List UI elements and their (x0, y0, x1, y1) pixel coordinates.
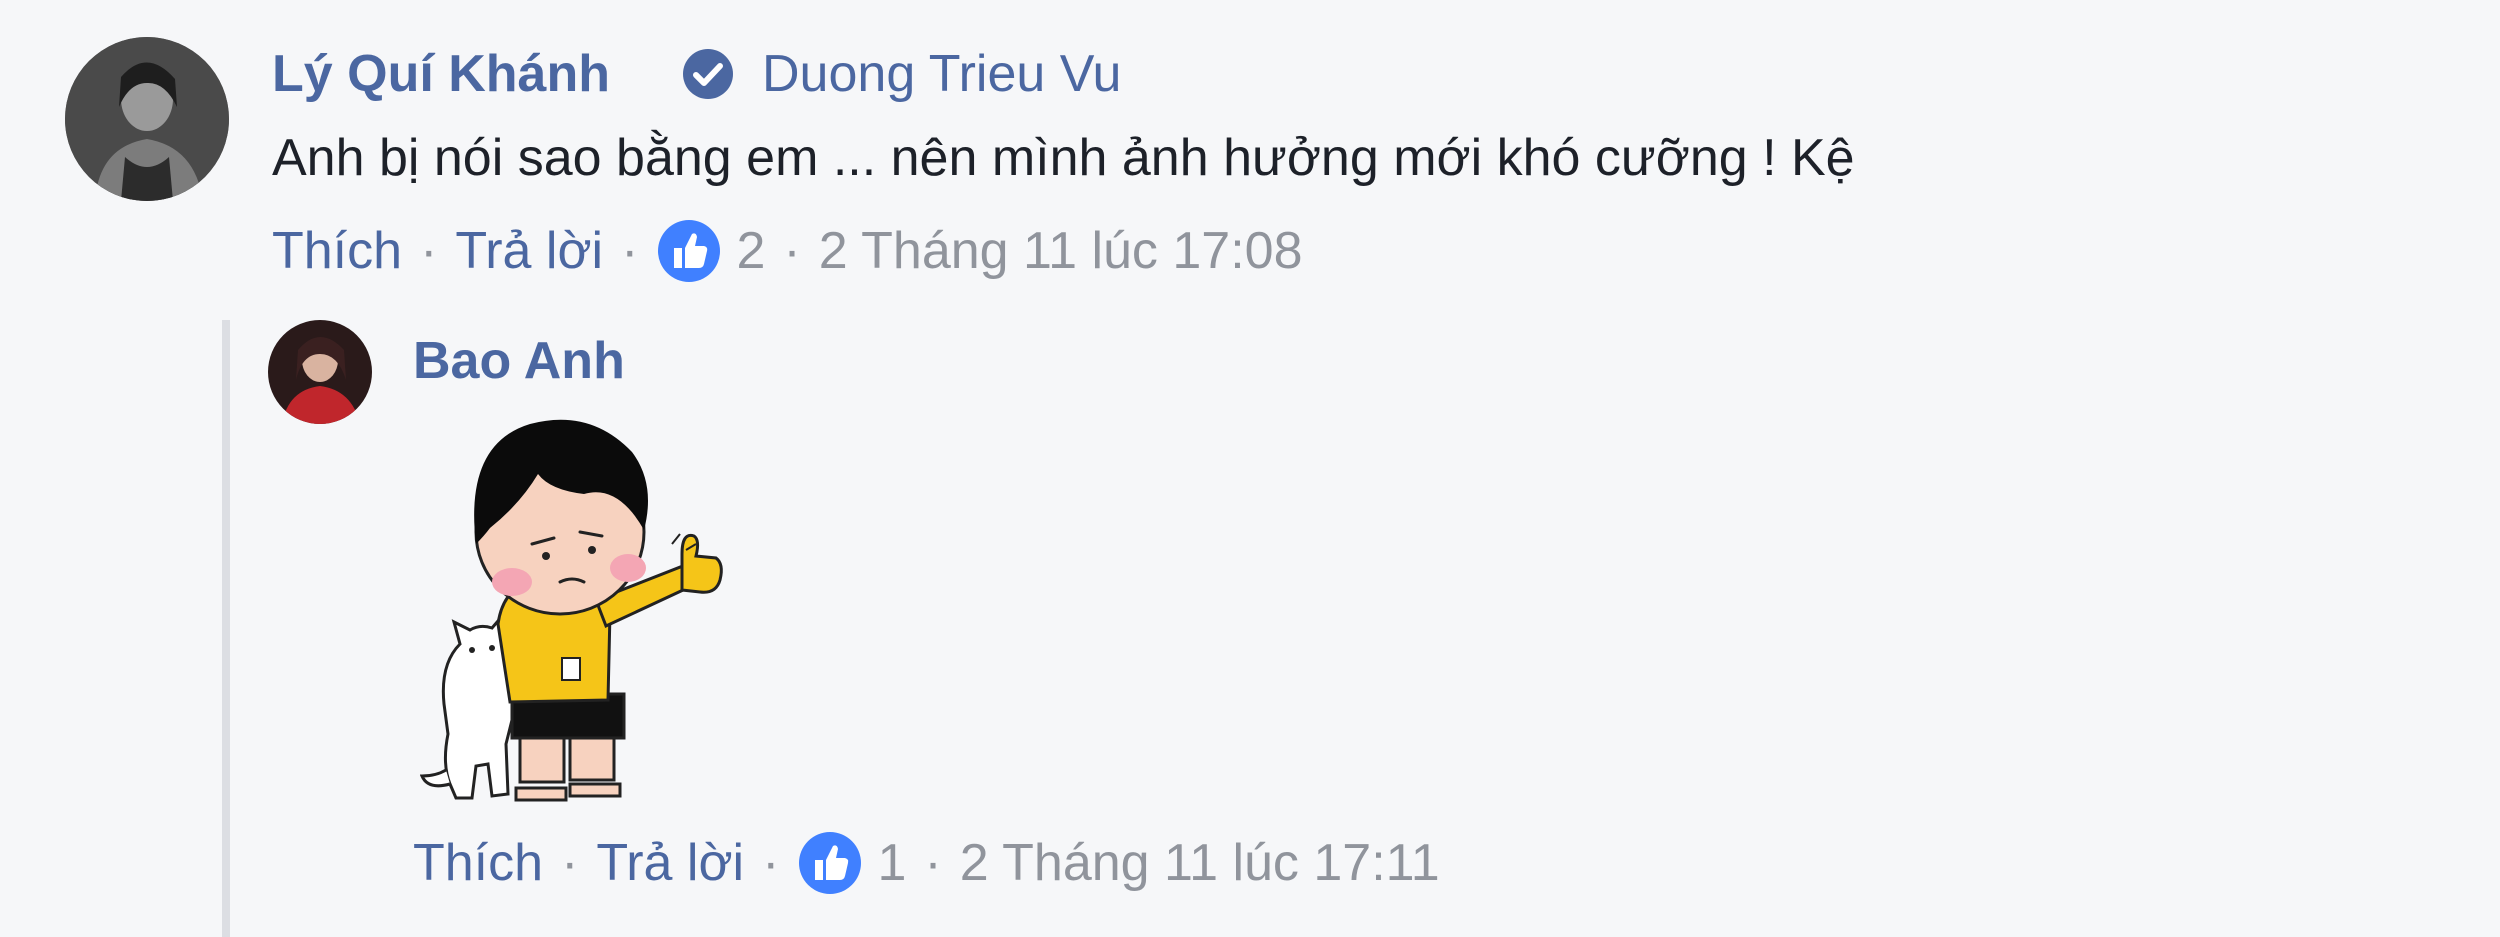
like-count-icon[interactable] (656, 218, 722, 284)
comment-author-name[interactable]: Lý Quí Khánh (272, 44, 610, 104)
comment-text: Anh bị nói sao bằng em ... nên mình ảnh … (272, 129, 1855, 187)
tagged-user-link[interactable]: Duong Trieu Vu (762, 44, 1121, 104)
reply-thread-line (222, 320, 230, 937)
separator: · (621, 222, 639, 280)
reply-actions: Thích · Trả lời · 1 · 2 Tháng 11 lúc 17:… (413, 830, 1440, 896)
separator: · (420, 222, 438, 280)
like-count[interactable]: 1 (877, 833, 906, 893)
timestamp[interactable]: 2 Tháng 11 lúc 17:11 (960, 833, 1440, 893)
commenter-avatar[interactable] (65, 37, 229, 201)
timestamp[interactable]: 2 Tháng 11 lúc 17:08 (819, 221, 1303, 281)
like-count[interactable]: 2 (736, 221, 765, 281)
reply-link[interactable]: Trả lời (596, 833, 744, 893)
comment-actions: Thích · Trả lời · 2 · 2 Tháng 11 lúc 17:… (272, 218, 1303, 284)
like-count-icon[interactable] (797, 830, 863, 896)
separator: · (924, 834, 942, 892)
reply-author-avatar[interactable] (268, 320, 372, 424)
verified-badge-icon (683, 49, 733, 99)
separator: · (762, 834, 780, 892)
like-link[interactable]: Thích (272, 221, 402, 281)
sticker-image[interactable] (420, 404, 810, 814)
reply-link[interactable]: Trả lời (455, 221, 603, 281)
reply-author-name[interactable]: Bao Anh (413, 331, 625, 391)
separator: · (783, 222, 801, 280)
separator: · (561, 834, 579, 892)
like-link[interactable]: Thích (413, 833, 543, 893)
